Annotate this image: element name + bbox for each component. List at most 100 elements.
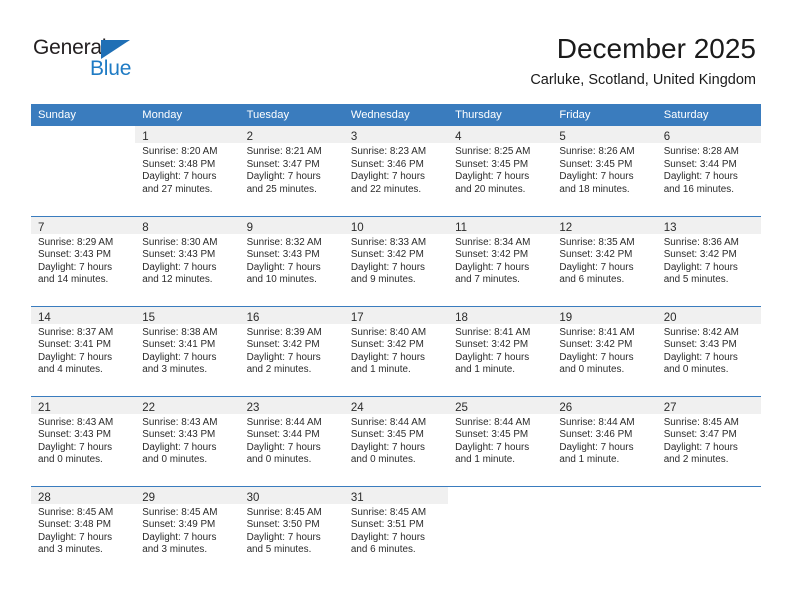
daylight-duration-line1: Daylight: 7 hours <box>663 441 738 453</box>
day-details: Sunrise: 8:26 AM Sunset: 3:45 PM Daylight:… <box>552 143 656 196</box>
day-number: 15 <box>142 311 156 324</box>
day-details: Sunrise: 8:44 AM Sunset: 3:45 PM Daylight:… <box>344 414 448 467</box>
sunrise-time: Sunrise: 8:44 AM <box>350 416 427 428</box>
day-number-band: 16 <box>239 306 344 324</box>
calendar-day-cell[interactable]: 14 Sunrise: 8:37 AM Sunset: 3:41 PM Dayligh… <box>31 305 136 396</box>
calendar-day-cell[interactable]: 11 Sunrise: 8:34 AM Sunset: 3:42 PM Dayligh… <box>448 215 553 306</box>
day-number-band: 26 <box>552 396 657 414</box>
day-number-band: 20 <box>656 306 761 324</box>
calendar-day-cell[interactable]: 12 Sunrise: 8:35 AM Sunset: 3:42 PM Dayligh… <box>552 215 657 306</box>
day-number: 28 <box>38 491 51 504</box>
daylight-duration-line1: Daylight: 7 hours <box>559 351 634 363</box>
sunset-time: Sunset: 3:48 PM <box>142 158 216 170</box>
day-number-band: 17 <box>343 306 449 324</box>
calendar-day-cell[interactable]: 28 Sunrise: 8:45 AM Sunset: 3:48 PM Dayligh… <box>31 485 136 576</box>
day-details: Sunrise: 8:29 AM Sunset: 3:43 PM Daylight:… <box>31 234 135 287</box>
daylight-duration-line1: Daylight: 7 hours <box>246 351 321 363</box>
calendar-day-cell[interactable]: 25 Sunrise: 8:44 AM Sunset: 3:45 PM Dayligh… <box>448 395 553 486</box>
day-cell-content: 17 Sunrise: 8:40 AM Sunset: 3:42 PM Dayligh… <box>343 306 449 395</box>
calendar-day-cell[interactable]: 7 Sunrise: 8:29 AM Sunset: 3:43 PM Daylight… <box>31 215 136 306</box>
day-number-band: 19 <box>552 306 657 324</box>
day-number-band: 4 <box>448 126 553 143</box>
general-blue-logo[interactable]: General Blue <box>33 36 163 82</box>
day-cell-content: 6 Sunrise: 8:28 AM Sunset: 3:44 PM Daylight… <box>656 126 761 214</box>
daylight-duration-line2: and 3 minutes. <box>142 364 208 376</box>
daylight-duration-line2: and 5 minutes. <box>246 544 312 556</box>
sunset-time: Sunset: 3:45 PM <box>350 429 424 441</box>
day-cell-content: 5 Sunrise: 8:26 AM Sunset: 3:45 PM Daylight… <box>552 126 657 214</box>
calendar-day-cell[interactable]: 19 Sunrise: 8:41 AM Sunset: 3:42 PM Dayligh… <box>552 305 657 396</box>
day-number: 2 <box>246 131 253 143</box>
daylight-duration-line1: Daylight: 7 hours <box>455 351 530 363</box>
calendar-day-cell[interactable]: 16 Sunrise: 8:39 AM Sunset: 3:42 PM Dayligh… <box>239 305 344 396</box>
calendar-day-cell[interactable]: 4 Sunrise: 8:25 AM Sunset: 3:45 PM Daylight… <box>448 126 553 216</box>
day-number-band: 21 <box>31 396 136 414</box>
day-number: 30 <box>246 491 260 504</box>
day-number-band: 22 <box>135 396 240 414</box>
calendar-day-cell[interactable]: 5 Sunrise: 8:26 AM Sunset: 3:45 PM Daylight… <box>552 126 657 216</box>
sunrise-time: Sunrise: 8:20 AM <box>142 146 218 157</box>
daylight-duration-line1: Daylight: 7 hours <box>559 441 634 453</box>
daylight-duration-line2: and 14 minutes. <box>38 274 109 286</box>
day-number-band: 18 <box>448 306 553 324</box>
day-cell-content: 12 Sunrise: 8:35 AM Sunset: 3:42 PM Dayligh… <box>552 216 657 305</box>
calendar-day-cell[interactable]: 21 Sunrise: 8:43 AM Sunset: 3:43 PM Dayligh… <box>31 395 136 486</box>
sunrise-time: Sunrise: 8:44 AM <box>455 416 531 428</box>
day-cell-content: 7 Sunrise: 8:29 AM Sunset: 3:43 PM Daylight… <box>31 216 136 305</box>
empty-day-placeholder <box>31 126 135 214</box>
daylight-duration-line1: Daylight: 7 hours <box>455 261 530 273</box>
weekday-header-tuesday: Tuesday <box>239 104 344 126</box>
day-cell-content: 30 Sunrise: 8:45 AM Sunset: 3:50 PM Dayligh… <box>239 486 344 575</box>
day-number: 20 <box>663 311 677 324</box>
daylight-duration-line1: Daylight: 7 hours <box>142 261 217 273</box>
calendar-day-cell[interactable]: 31 Sunrise: 8:45 AM Sunset: 3:51 PM Dayligh… <box>343 485 449 576</box>
calendar-day-cell[interactable]: 22 Sunrise: 8:43 AM Sunset: 3:43 PM Dayligh… <box>135 395 240 486</box>
calendar-day-cell[interactable]: 10 Sunrise: 8:33 AM Sunset: 3:42 PM Dayligh… <box>343 215 449 306</box>
calendar-day-cell[interactable]: 8 Sunrise: 8:30 AM Sunset: 3:43 PM Daylight… <box>135 215 240 306</box>
day-number-band: 25 <box>448 396 553 414</box>
day-number: 16 <box>246 311 260 324</box>
calendar-day-cell[interactable]: 2 Sunrise: 8:21 AM Sunset: 3:47 PM Daylight… <box>239 126 344 216</box>
daylight-duration-line1: Daylight: 7 hours <box>350 351 425 363</box>
day-number: 4 <box>455 131 462 143</box>
calendar-day-cell[interactable]: 6 Sunrise: 8:28 AM Sunset: 3:44 PM Daylight… <box>656 126 761 216</box>
day-number-band: 28 <box>31 486 136 504</box>
calendar-day-cell[interactable]: 13 Sunrise: 8:36 AM Sunset: 3:42 PM Dayligh… <box>656 215 761 306</box>
weekday-header-wednesday: Wednesday <box>343 104 449 126</box>
daylight-duration-line2: and 3 minutes. <box>38 544 103 556</box>
calendar-day-cell[interactable]: 30 Sunrise: 8:45 AM Sunset: 3:50 PM Dayligh… <box>239 485 344 576</box>
calendar-day-cell[interactable]: 1 Sunrise: 8:20 AM Sunset: 3:48 PM Daylight… <box>135 126 240 216</box>
day-details: Sunrise: 8:41 AM Sunset: 3:42 PM Daylight:… <box>552 324 656 377</box>
daylight-duration-line2: and 0 minutes. <box>246 454 312 466</box>
sunrise-time: Sunrise: 8:39 AM <box>246 326 322 338</box>
day-number-band: 8 <box>135 216 240 234</box>
calendar-day-cell[interactable]: 17 Sunrise: 8:40 AM Sunset: 3:42 PM Dayligh… <box>343 305 449 396</box>
calendar-day-cell[interactable]: 3 Sunrise: 8:23 AM Sunset: 3:46 PM Daylight… <box>343 126 449 216</box>
sunrise-time: Sunrise: 8:23 AM <box>350 146 427 157</box>
day-details: Sunrise: 8:45 AM Sunset: 3:47 PM Daylight:… <box>657 414 761 467</box>
calendar-day-cell[interactable]: 15 Sunrise: 8:38 AM Sunset: 3:41 PM Dayligh… <box>135 305 240 396</box>
calendar-day-cell[interactable]: 20 Sunrise: 8:42 AM Sunset: 3:43 PM Dayligh… <box>656 305 761 396</box>
day-number: 13 <box>663 221 677 234</box>
calendar-day-cell[interactable]: 27 Sunrise: 8:45 AM Sunset: 3:47 PM Dayligh… <box>656 395 761 486</box>
calendar-day-cell-empty <box>656 485 761 576</box>
daylight-duration-line2: and 7 minutes. <box>455 274 520 286</box>
day-number-band: 9 <box>239 216 344 234</box>
calendar-day-cell[interactable]: 26 Sunrise: 8:44 AM Sunset: 3:46 PM Dayligh… <box>552 395 657 486</box>
day-cell-content: 16 Sunrise: 8:39 AM Sunset: 3:42 PM Dayligh… <box>239 306 344 395</box>
empty-day-placeholder <box>552 487 656 575</box>
sunrise-time: Sunrise: 8:30 AM <box>142 236 218 248</box>
calendar-day-cell[interactable]: 23 Sunrise: 8:44 AM Sunset: 3:44 PM Dayligh… <box>239 395 344 486</box>
sunset-time: Sunset: 3:47 PM <box>663 429 737 441</box>
weekday-header-row: Sunday Monday Tuesday Wednesday Thursday… <box>31 104 761 126</box>
calendar-day-cell[interactable]: 18 Sunrise: 8:41 AM Sunset: 3:42 PM Dayligh… <box>448 305 553 396</box>
sunrise-time: Sunrise: 8:44 AM <box>559 416 635 428</box>
daylight-duration-line1: Daylight: 7 hours <box>246 171 321 183</box>
daylight-duration-line2: and 16 minutes. <box>663 183 734 195</box>
day-details: Sunrise: 8:37 AM Sunset: 3:41 PM Daylight:… <box>31 324 135 377</box>
daylight-duration-line1: Daylight: 7 hours <box>246 441 321 453</box>
calendar-day-cell[interactable]: 9 Sunrise: 8:32 AM Sunset: 3:43 PM Daylight… <box>239 215 344 306</box>
day-number-band: 7 <box>31 216 136 234</box>
calendar-day-cell[interactable]: 29 Sunrise: 8:45 AM Sunset: 3:49 PM Dayligh… <box>135 485 240 576</box>
calendar-day-cell[interactable]: 24 Sunrise: 8:44 AM Sunset: 3:45 PM Dayligh… <box>343 395 449 486</box>
